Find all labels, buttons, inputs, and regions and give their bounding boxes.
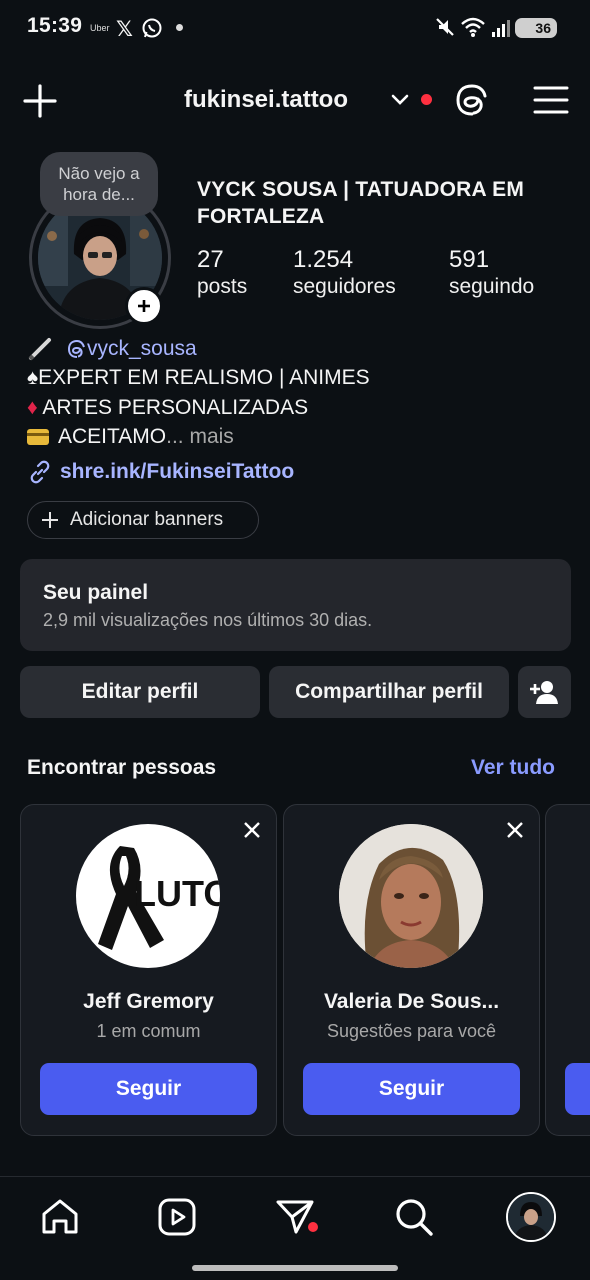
bio-line2: ARTES PERSONALIZADAS: [42, 396, 309, 419]
x-app-icon: 𝕏: [116, 18, 133, 41]
bio-line-expert: ♠EXPERT EM REALISMO | ANIMES: [27, 364, 370, 392]
uber-notification-icon: Uber: [90, 23, 110, 33]
suggestion-card[interactable]: Valeria De Sous... Sugestões para você S…: [283, 804, 540, 1136]
link-text: shre.ink/FukinseiTattoo: [60, 460, 295, 483]
posts-count: 27: [197, 246, 224, 273]
battery-level: 36: [535, 20, 551, 36]
edit-profile-button[interactable]: Editar perfil: [20, 666, 260, 718]
profile-note-bubble[interactable]: Não vejo a hora de...: [40, 152, 158, 216]
discover-title: Encontrar pessoas: [27, 756, 217, 779]
mourning-ribbon-icon: LUTO: [98, 846, 220, 950]
threads-handle: vyck_sousa: [87, 337, 197, 360]
close-icon[interactable]: [242, 820, 262, 840]
display-name: VYCK SOUSA | TATUADORA EM FORTALEZA: [197, 178, 525, 228]
followers-stat[interactable]: 1.254 seguidores: [293, 246, 396, 300]
followers-count: 1.254: [293, 246, 354, 273]
plus-icon: [42, 512, 58, 528]
suggestion-avatar[interactable]: [339, 824, 483, 968]
wifi-icon: [461, 17, 485, 37]
followers-label: seguidores: [293, 275, 396, 298]
chevron-down-icon[interactable]: [390, 92, 410, 108]
threads-handle-link[interactable]: vyck_sousa: [67, 335, 197, 363]
follow-button[interactable]: Seguir: [303, 1063, 520, 1115]
posts-stat[interactable]: 27 posts: [197, 246, 247, 300]
bio-line3: ACEITAMO: [58, 425, 167, 448]
following-count: 591: [449, 246, 490, 273]
suggestion-context: 1 em comum: [96, 1021, 201, 1041]
suggestion-card-partial[interactable]: [545, 804, 590, 1136]
suggestion-card[interactable]: LUTO Jeff Gremory 1 em comum Seguir: [20, 804, 277, 1136]
whatsapp-icon: [142, 18, 162, 38]
mute-icon: [436, 18, 454, 36]
notification-dot: [421, 94, 432, 105]
pen-icon: [28, 338, 51, 361]
menu-hamburger-icon[interactable]: [533, 84, 569, 116]
bio-line-aceitamos: ACEITAMO... mais: [27, 423, 234, 451]
credit-card-icon: [27, 429, 49, 445]
follow-button[interactable]: Seguir: [40, 1063, 257, 1115]
see-all-link[interactable]: Ver tudo: [471, 756, 555, 780]
suggestion-name: Jeff Gremory: [83, 990, 214, 1013]
add-banners-button[interactable]: Adicionar banners: [27, 501, 259, 539]
avatar-text: LUTO: [134, 873, 220, 914]
more-notifications-dot: [176, 24, 183, 31]
account-username[interactable]: fukinsei.tattoo: [184, 86, 348, 114]
add-person-icon: [529, 681, 558, 704]
following-label: seguindo: [449, 275, 535, 298]
external-link[interactable]: shre.ink/FukinseiTattoo: [27, 458, 294, 486]
home-indicator: [192, 1265, 398, 1271]
close-icon[interactable]: [505, 820, 525, 840]
reels-icon[interactable]: [157, 1197, 197, 1237]
bio-line1: EXPERT EM REALISMO | ANIMES: [38, 366, 370, 389]
discover-people-button[interactable]: [518, 666, 571, 718]
suggestion-avatar[interactable]: LUTO: [76, 824, 220, 968]
bio-threads-line: vyck_sousa: [27, 335, 197, 363]
professional-dashboard-card[interactable]: Seu painel 2,9 mil visualizações nos últ…: [20, 559, 571, 651]
share-profile-button[interactable]: Compartilhar perfil: [269, 666, 509, 718]
status-time: 15:39: [27, 14, 83, 37]
bio-line-artes: ♦ ARTES PERSONALIZADAS: [27, 394, 308, 422]
person-photo: [339, 824, 483, 968]
link-icon: [30, 460, 50, 484]
threads-icon[interactable]: [454, 82, 490, 118]
following-stat[interactable]: 591 seguindo: [449, 246, 534, 300]
create-plus-icon[interactable]: [22, 83, 58, 119]
battery-icon: 36: [515, 18, 557, 38]
dashboard-subtitle: 2,9 mil visualizações nos últimos 30 dia…: [43, 610, 373, 630]
home-icon[interactable]: [40, 1197, 80, 1237]
more-link[interactable]: ... mais: [166, 423, 234, 451]
diamond-icon: ♦: [27, 396, 38, 419]
profile-tab-photo: [508, 1194, 554, 1240]
plus-icon: [138, 300, 150, 312]
dashboard-title: Seu painel: [43, 581, 149, 604]
send-direct-icon[interactable]: [275, 1197, 319, 1237]
follow-button-partial[interactable]: [565, 1063, 590, 1115]
profile-tab-avatar[interactable]: [506, 1192, 556, 1242]
search-icon[interactable]: [394, 1197, 434, 1237]
suggestion-context: Sugestões para você: [326, 1021, 497, 1041]
signal-icon: [492, 20, 510, 37]
threads-small-icon: [67, 339, 85, 358]
nav-divider: [0, 1176, 590, 1177]
suggestion-name: Valeria De Sous...: [323, 990, 500, 1013]
spade-icon: ♠: [27, 366, 39, 389]
posts-label: posts: [197, 275, 248, 298]
add-story-button[interactable]: [125, 287, 163, 325]
add-banners-label: Adicionar banners: [70, 509, 224, 530]
